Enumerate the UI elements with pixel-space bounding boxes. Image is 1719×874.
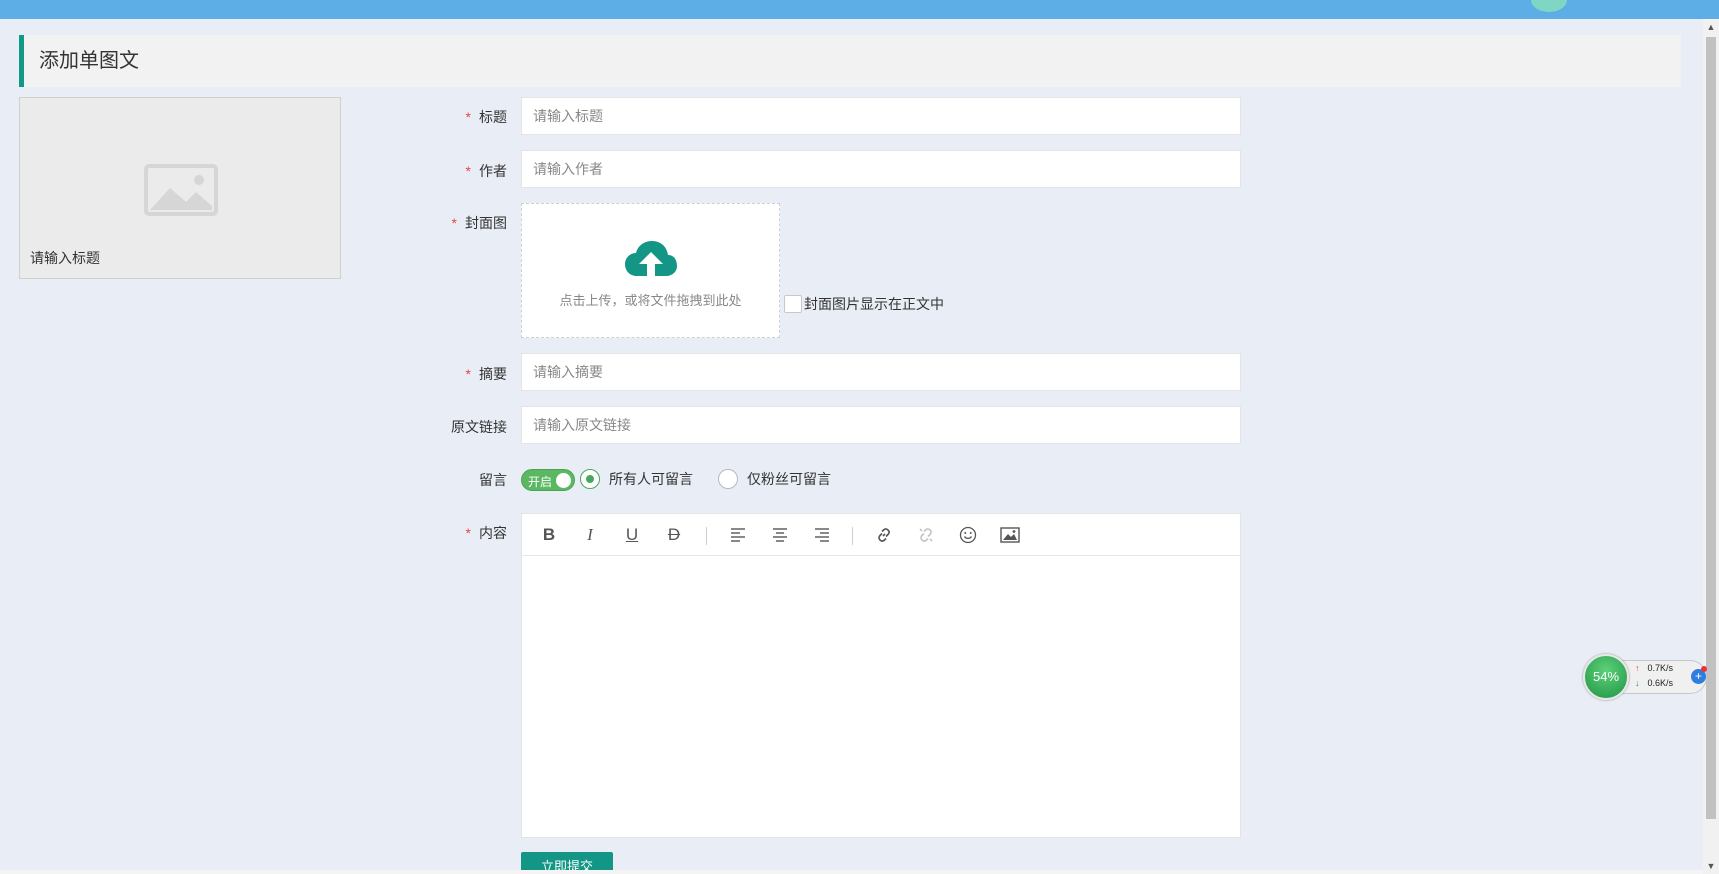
cloud-upload-icon [625,241,677,276]
cover-upload-area[interactable]: 点击上传，或将文件拖拽到此处 [521,203,780,338]
align-center-icon[interactable] [768,523,792,547]
radio-unselected-icon[interactable] [718,469,738,489]
download-arrow-icon: ↓ [1635,678,1640,688]
upload-speed: ↑ 0.7K/s [1635,663,1674,673]
comment-option-label: 所有人可留言 [609,471,693,487]
network-monitor-widget[interactable]: ↑ 0.7K/s ↓ 0.6K/s + 54% [1583,654,1709,700]
preview-title: 请输入标题 [30,250,100,266]
comment-label: 留言 [479,472,507,488]
comment-switch-text: 开启 [528,475,553,489]
toolbar-divider [706,527,707,545]
author-label: * 作者 [465,163,507,179]
memory-usage-ball[interactable]: 54% [1583,654,1629,700]
page-title: 添加单图文 [39,50,139,72]
top-bar [0,0,1719,19]
content-label: * 内容 [465,525,507,541]
emoji-icon[interactable] [956,523,980,547]
vertical-scrollbar[interactable]: ▲ ▼ [1703,19,1719,874]
comment-switch[interactable]: 开启 [521,469,575,491]
italic-icon[interactable]: I [578,523,602,547]
notification-dot [1701,666,1707,672]
scroll-up-arrow-icon[interactable]: ▲ [1703,19,1719,35]
insert-image-icon[interactable] [998,523,1022,547]
author-input[interactable] [521,150,1241,188]
underline-icon[interactable]: U [620,523,644,547]
upload-hint: 点击上传，或将文件拖拽到此处 [559,293,742,308]
article-preview-card[interactable]: 请输入标题 [19,97,341,279]
source-link-label: 原文链接 [451,419,507,435]
rich-text-editor[interactable]: B I U D [521,513,1241,838]
toolbar-divider [852,527,853,545]
comment-option-fans-only[interactable]: 仅粉丝可留言 [718,469,831,489]
radio-selected-icon[interactable] [580,469,600,489]
cover-in-body-option[interactable]: 封面图片显示在正文中 [784,294,944,314]
comment-option-label: 仅粉丝可留言 [747,471,831,487]
upload-arrow-icon: ↑ [1635,663,1640,673]
align-right-icon[interactable] [810,523,834,547]
cover-in-body-checkbox[interactable] [784,295,802,313]
summary-label: * 摘要 [465,366,507,382]
comment-option-everyone[interactable]: 所有人可留言 [580,469,693,489]
title-label: * 标题 [465,109,507,125]
summary-input[interactable] [521,353,1241,391]
scrollbar-thumb[interactable] [1706,37,1716,819]
editor-toolbar: B I U D [522,514,1240,556]
bold-icon[interactable]: B [537,523,561,547]
align-left-icon[interactable] [726,523,750,547]
unlink-icon[interactable] [914,523,938,547]
page-header: 添加单图文 [19,35,1681,87]
cover-label: * 封面图 [451,215,507,231]
bottom-edge [0,870,1703,874]
switch-knob [556,473,571,488]
cover-in-body-label: 封面图片显示在正文中 [804,296,944,312]
image-placeholder-icon [144,164,218,216]
title-input[interactable] [521,97,1241,135]
source-link-input[interactable] [521,406,1241,444]
download-speed: ↓ 0.6K/s [1635,678,1674,688]
user-avatar[interactable] [1531,0,1567,12]
scroll-down-arrow-icon[interactable]: ▼ [1703,858,1719,874]
link-icon[interactable] [872,523,896,547]
strikethrough-icon[interactable]: D [662,523,686,547]
